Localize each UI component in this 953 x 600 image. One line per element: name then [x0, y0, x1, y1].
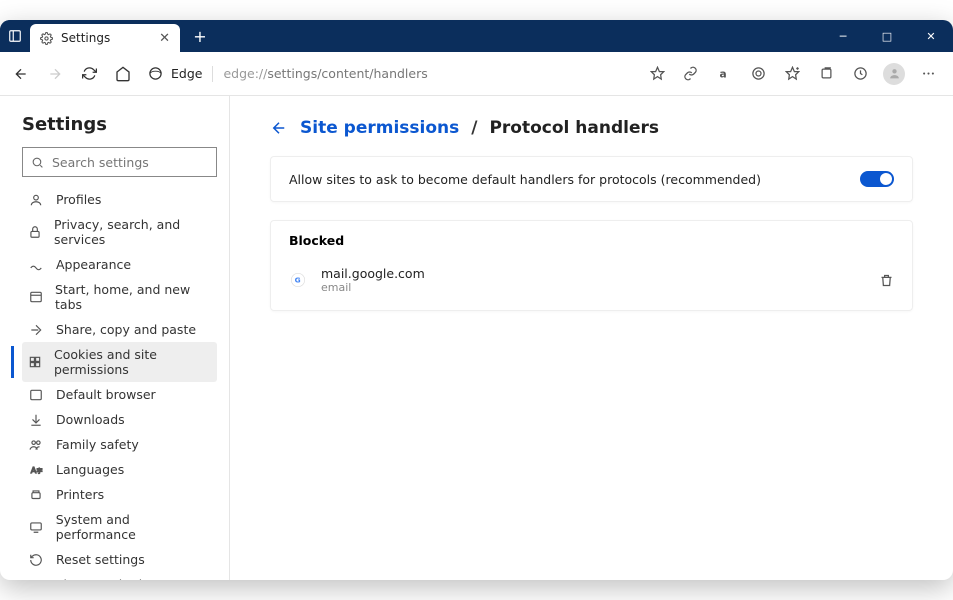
address-bar[interactable]: Edge edge://settings/content/handlers: [140, 59, 673, 89]
refresh-button[interactable]: [72, 57, 106, 91]
sidebar-item-label: Start, home, and new tabs: [55, 282, 211, 312]
sidebar-item-share-copy-and-paste[interactable]: Share, copy and paste: [22, 317, 217, 342]
sidebar-item-icon: [28, 290, 43, 304]
svg-text:A: A: [31, 464, 37, 474]
breadcrumb: Site permissions / Protocol handlers: [270, 118, 913, 138]
close-window-button[interactable]: ✕: [909, 20, 953, 52]
protocol-handlers-toggle-row: Allow sites to ask to become default han…: [270, 156, 913, 202]
sidebar-item-icon: [28, 323, 44, 337]
sidebar-item-label: Reset settings: [56, 552, 145, 567]
sidebar-item-reset-settings[interactable]: Reset settings: [22, 547, 217, 572]
close-tab-icon[interactable]: ✕: [159, 31, 170, 46]
allow-handlers-toggle[interactable]: [860, 171, 894, 187]
sidebar-item-privacy-search-and-services[interactable]: Privacy, search, and services: [22, 212, 217, 252]
sidebar-item-appearance[interactable]: Appearance: [22, 252, 217, 277]
sidebar-item-label: Family safety: [56, 437, 139, 452]
site-protocol: email: [321, 281, 425, 294]
toolbar: Edge edge://settings/content/handlers a: [0, 52, 953, 96]
read-aloud-icon[interactable]: a: [707, 57, 741, 91]
favorites-icon[interactable]: [775, 57, 809, 91]
extensions-icon[interactable]: [741, 57, 775, 91]
browser-tab-settings[interactable]: Settings ✕: [30, 24, 180, 52]
content: Settings Profiles Privacy, search, and se…: [0, 96, 953, 580]
sidebar-item-icon: [28, 520, 44, 534]
titlebar: Settings ✕ + ─ □ ✕: [0, 20, 953, 52]
gear-icon: [40, 32, 53, 45]
main-panel: Site permissions / Protocol handlers All…: [230, 96, 953, 580]
link-icon[interactable]: [673, 57, 707, 91]
search-input[interactable]: [22, 147, 217, 177]
sidebar-item-icon: [28, 438, 44, 452]
more-menu-icon[interactable]: [911, 57, 945, 91]
forward-button[interactable]: [38, 57, 72, 91]
settings-sidebar: Settings Profiles Privacy, search, and se…: [0, 96, 230, 580]
browser-window: Settings ✕ + ─ □ ✕: [0, 20, 953, 580]
blocked-site-row: Gmail.google.comemail: [289, 258, 894, 302]
sidebar-item-family-safety[interactable]: Family safety: [22, 432, 217, 457]
sidebar-item-languages[interactable]: A字 Languages: [22, 457, 217, 482]
sidebar-item-label: Profiles: [56, 192, 101, 207]
sidebar-item-icon: [28, 355, 42, 369]
sidebar-item-label: Default browser: [56, 387, 156, 402]
sidebar-item-label: System and performance: [56, 512, 211, 542]
sidebar-item-start-home-and-new-tabs[interactable]: Start, home, and new tabs: [22, 277, 217, 317]
sidebar-item-cookies-and-site-permissions[interactable]: Cookies and site permissions: [22, 342, 217, 382]
sidebar-item-label: Downloads: [56, 412, 125, 427]
sidebar-item-icon: A字: [28, 463, 44, 477]
sidebar-item-profiles[interactable]: Profiles: [22, 187, 217, 212]
maximize-button[interactable]: □: [865, 20, 909, 52]
home-button[interactable]: [106, 57, 140, 91]
sidebar-item-icon: [28, 388, 44, 402]
minimize-button[interactable]: ─: [821, 20, 865, 52]
breadcrumb-back-icon[interactable]: [270, 119, 288, 137]
history-icon[interactable]: [843, 57, 877, 91]
site-favicon: G: [289, 271, 307, 289]
tab-actions-icon[interactable]: [0, 20, 30, 52]
sidebar-item-label: Printers: [56, 487, 104, 502]
favorites-star-icon[interactable]: [650, 66, 665, 81]
collections-icon[interactable]: [809, 57, 843, 91]
sidebar-item-label: Appearance: [56, 257, 131, 272]
sidebar-item-icon: [28, 225, 42, 239]
sidebar-item-icon: [28, 413, 44, 427]
sidebar-item-label: Privacy, search, and services: [54, 217, 211, 247]
svg-text:a: a: [719, 67, 726, 80]
sidebar-item-icon: [28, 258, 44, 272]
sidebar-item-label: Languages: [56, 462, 124, 477]
setting-label: Allow sites to ask to become default han…: [289, 172, 761, 187]
search-icon: [31, 156, 44, 169]
sidebar-item-label: Phone and other devices: [56, 577, 211, 580]
sidebar-item-icon: [28, 553, 44, 567]
breadcrumb-link[interactable]: Site permissions: [300, 118, 459, 138]
sidebar-item-label: Cookies and site permissions: [54, 347, 211, 377]
back-button[interactable]: [4, 57, 38, 91]
svg-text:G: G: [295, 276, 301, 285]
sidebar-item-downloads[interactable]: Downloads: [22, 407, 217, 432]
sidebar-item-printers[interactable]: Printers: [22, 482, 217, 507]
sidebar-item-icon: [28, 488, 44, 502]
sidebar-item-default-browser[interactable]: Default browser: [22, 382, 217, 407]
breadcrumb-current: Protocol handlers: [489, 118, 659, 138]
sidebar-title: Settings: [22, 114, 217, 135]
site-host: mail.google.com: [321, 266, 425, 281]
sidebar-item-phone-and-other-devices[interactable]: Phone and other devices: [22, 572, 217, 580]
blocked-section: Blocked Gmail.google.comemail: [270, 220, 913, 311]
sidebar-item-icon: [28, 193, 44, 207]
tab-title: Settings: [61, 31, 110, 45]
sidebar-item-label: Share, copy and paste: [56, 322, 196, 337]
sidebar-item-system-and-performance[interactable]: System and performance: [22, 507, 217, 547]
svg-text:字: 字: [37, 466, 43, 474]
blocked-title: Blocked: [289, 233, 894, 248]
edge-icon: [148, 66, 163, 81]
new-tab-button[interactable]: +: [186, 22, 214, 50]
delete-site-button[interactable]: [879, 273, 894, 288]
profile-avatar[interactable]: [877, 57, 911, 91]
